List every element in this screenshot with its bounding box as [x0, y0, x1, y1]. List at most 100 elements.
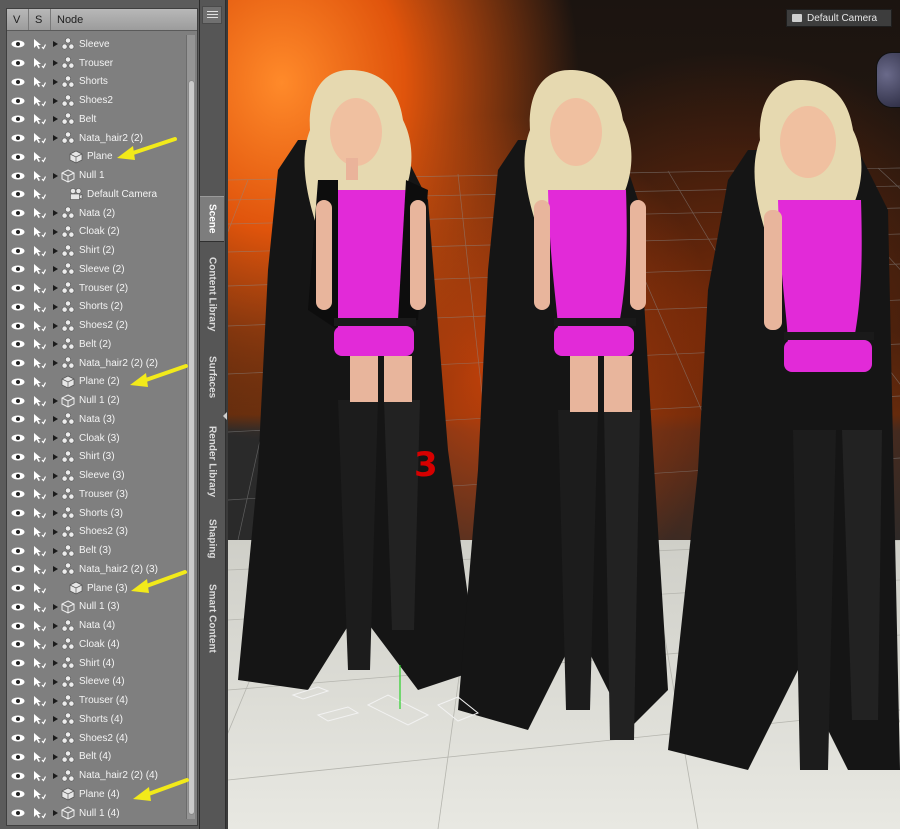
scene-node-list[interactable]: V S Node Sleeve Trouser Shorts Shoes2 Belt Na…	[6, 8, 198, 826]
expand-triangle-icon[interactable]	[53, 60, 58, 67]
expand-triangle-icon[interactable]	[53, 41, 58, 48]
node-row[interactable]: Cloak (3)	[7, 429, 185, 448]
node-row[interactable]: Shorts	[7, 73, 185, 92]
eye-icon[interactable]	[11, 228, 25, 236]
eye-icon[interactable]	[11, 40, 25, 48]
eye-icon[interactable]	[11, 659, 25, 667]
select-cursor-icon[interactable]	[33, 526, 47, 538]
eye-icon[interactable]	[11, 622, 25, 630]
eye-icon[interactable]	[11, 190, 25, 198]
select-cursor-icon[interactable]	[33, 395, 47, 407]
tab-smart-content[interactable]: Smart Content	[200, 574, 224, 662]
node-row[interactable]: Nata (3)	[7, 410, 185, 429]
expand-triangle-icon[interactable]	[53, 547, 58, 554]
select-cursor-icon[interactable]	[33, 226, 47, 238]
expand-triangle-icon[interactable]	[53, 341, 58, 348]
eye-icon[interactable]	[11, 209, 25, 217]
node-row[interactable]: Shoes2 (4)	[7, 729, 185, 748]
select-cursor-icon[interactable]	[33, 432, 47, 444]
eye-icon[interactable]	[11, 303, 25, 311]
eye-icon[interactable]	[11, 415, 25, 423]
eye-icon[interactable]	[11, 78, 25, 86]
eye-icon[interactable]	[11, 134, 25, 142]
expand-triangle-icon[interactable]	[53, 210, 58, 217]
select-cursor-icon[interactable]	[33, 113, 47, 125]
node-row[interactable]: Shorts (2)	[7, 298, 185, 317]
expand-triangle-icon[interactable]	[53, 135, 58, 142]
node-row[interactable]: Null 1 (3)	[7, 598, 185, 617]
eye-icon[interactable]	[11, 340, 25, 348]
node-row[interactable]: Trouser (3)	[7, 485, 185, 504]
scrollbar-thumb[interactable]	[188, 80, 195, 815]
eye-icon[interactable]	[11, 790, 25, 798]
eye-icon[interactable]	[11, 772, 25, 780]
expand-triangle-icon[interactable]	[53, 660, 58, 667]
expand-triangle-icon[interactable]	[53, 472, 58, 479]
select-cursor-icon[interactable]	[33, 57, 47, 69]
select-cursor-icon[interactable]	[33, 695, 47, 707]
eye-icon[interactable]	[11, 528, 25, 536]
node-row[interactable]: Null 1	[7, 166, 185, 185]
select-cursor-icon[interactable]	[33, 76, 47, 88]
select-cursor-icon[interactable]	[33, 301, 47, 313]
expand-triangle-icon[interactable]	[53, 172, 58, 179]
eye-icon[interactable]	[11, 265, 25, 273]
select-cursor-icon[interactable]	[33, 245, 47, 257]
select-cursor-icon[interactable]	[33, 545, 47, 557]
expand-triangle-icon[interactable]	[53, 641, 58, 648]
select-cursor-icon[interactable]	[33, 638, 47, 650]
select-cursor-icon[interactable]	[33, 788, 47, 800]
expand-triangle-icon[interactable]	[53, 510, 58, 517]
expand-triangle-icon[interactable]	[53, 247, 58, 254]
figure-nata-partial[interactable]	[648, 70, 900, 800]
expand-triangle-icon[interactable]	[53, 360, 58, 367]
node-row[interactable]: Null 1 (4)	[7, 804, 185, 823]
expand-triangle-icon[interactable]	[53, 622, 58, 629]
node-row[interactable]: Trouser (2)	[7, 279, 185, 298]
expand-triangle-icon[interactable]	[53, 678, 58, 685]
tab-surfaces[interactable]: Surfaces	[200, 346, 224, 408]
tab-scene[interactable]: Scene	[200, 196, 224, 242]
eye-icon[interactable]	[11, 59, 25, 67]
select-cursor-icon[interactable]	[33, 282, 47, 294]
figure-nata-4[interactable]	[438, 70, 678, 760]
select-cursor-icon[interactable]	[33, 507, 47, 519]
eye-icon[interactable]	[11, 753, 25, 761]
select-cursor-icon[interactable]	[33, 676, 47, 688]
visibility-column-header[interactable]: V	[7, 9, 29, 30]
select-cursor-icon[interactable]	[33, 320, 47, 332]
expand-triangle-icon[interactable]	[53, 566, 58, 573]
select-cursor-icon[interactable]	[33, 563, 47, 575]
eye-icon[interactable]	[11, 359, 25, 367]
eye-icon[interactable]	[11, 97, 25, 105]
pane-options-button[interactable]	[202, 6, 222, 24]
expand-triangle-icon[interactable]	[53, 697, 58, 704]
eye-icon[interactable]	[11, 322, 25, 330]
eye-icon[interactable]	[11, 678, 25, 686]
select-cursor-icon[interactable]	[33, 470, 47, 482]
node-row[interactable]: Belt (2)	[7, 335, 185, 354]
eye-icon[interactable]	[11, 547, 25, 555]
node-row[interactable]: Sleeve (2)	[7, 260, 185, 279]
node-list-scrollbar[interactable]	[186, 35, 195, 819]
node-row[interactable]: Shorts (4)	[7, 710, 185, 729]
3d-viewport[interactable]: Default Camera 3	[228, 0, 900, 829]
node-row[interactable]: Sleeve (3)	[7, 466, 185, 485]
select-cursor-icon[interactable]	[33, 657, 47, 669]
select-cursor-icon[interactable]	[33, 263, 47, 275]
select-cursor-icon[interactable]	[33, 357, 47, 369]
expand-triangle-icon[interactable]	[53, 491, 58, 498]
select-cursor-icon[interactable]	[33, 207, 47, 219]
figure-nata-3[interactable]	[238, 70, 468, 720]
select-cursor-icon[interactable]	[33, 582, 47, 594]
eye-icon[interactable]	[11, 247, 25, 255]
eye-icon[interactable]	[11, 584, 25, 592]
expand-triangle-icon[interactable]	[53, 716, 58, 723]
node-row[interactable]: Shirt (3)	[7, 448, 185, 467]
node-column-header[interactable]: Node	[51, 9, 197, 30]
node-row[interactable]: Shorts (3)	[7, 504, 185, 523]
node-row[interactable]: Sleeve (4)	[7, 673, 185, 692]
expand-triangle-icon[interactable]	[53, 453, 58, 460]
select-cursor-icon[interactable]	[33, 770, 47, 782]
node-row[interactable]: Shirt (2)	[7, 241, 185, 260]
